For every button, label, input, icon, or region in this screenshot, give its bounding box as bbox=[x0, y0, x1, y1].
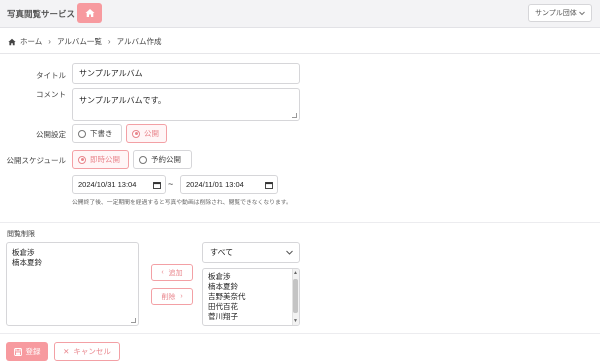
radio-icon bbox=[78, 129, 86, 138]
top-bar: 写真閲覧サービス サンプル団体 bbox=[0, 0, 600, 28]
list-item[interactable]: 板倉渉 bbox=[208, 272, 294, 282]
comment-textarea-value: サンプルアルバムです。 bbox=[79, 96, 166, 105]
breadcrumb-album-list[interactable]: アルバム一覧 bbox=[57, 36, 102, 47]
list-item[interactable]: 楠本夏鈴 bbox=[208, 282, 294, 292]
organization-select-value: サンプル団体 bbox=[535, 10, 577, 17]
calendar-icon[interactable] bbox=[153, 181, 161, 189]
schedule-option-immediate[interactable]: 即時公開 bbox=[72, 150, 129, 169]
cancel-button-label: キャンセル bbox=[73, 347, 111, 356]
schedule-option-reserved[interactable]: 予約公開 bbox=[133, 150, 192, 169]
date-range-separator: ~ bbox=[168, 179, 174, 189]
publish-option-public[interactable]: 公開 bbox=[126, 124, 167, 143]
breadcrumb: ホーム › アルバム一覧 › アルバム作成 bbox=[8, 36, 162, 47]
radio-icon bbox=[139, 155, 147, 164]
breadcrumb-separator: › bbox=[48, 37, 51, 46]
schedule-note: 公開終了後、一定期間を経過すると写真や動画は削除され、閲覧できなくなります。 bbox=[72, 200, 292, 206]
remove-user-button[interactable]: 削除 › bbox=[151, 288, 193, 305]
cancel-button[interactable]: ✕ キャンセル bbox=[54, 342, 120, 361]
comment-label: コメント bbox=[36, 90, 66, 99]
end-datetime-input[interactable]: 2024/11/01 13:04 bbox=[180, 175, 278, 194]
list-item[interactable]: 楠本夏鈴 bbox=[12, 258, 133, 268]
allowed-users-list[interactable]: 板倉渉 楠本夏鈴 bbox=[6, 242, 139, 326]
schedule-option-reserved-label: 予約公開 bbox=[151, 155, 181, 164]
list-item[interactable]: 田代百花 bbox=[208, 302, 294, 312]
radio-selected-icon bbox=[132, 129, 140, 138]
home-button[interactable] bbox=[77, 3, 102, 23]
chevron-right-icon: › bbox=[180, 293, 183, 300]
publish-option-draft[interactable]: 下書き bbox=[72, 124, 122, 143]
calendar-icon[interactable] bbox=[265, 181, 273, 189]
save-icon bbox=[13, 347, 22, 356]
radio-selected-icon bbox=[78, 155, 86, 164]
access-section-label: 閲覧制限 bbox=[7, 231, 35, 238]
scroll-down-icon[interactable]: ▼ bbox=[293, 318, 298, 324]
chevron-down-icon bbox=[286, 250, 293, 255]
resize-handle[interactable] bbox=[292, 113, 297, 118]
end-datetime-value: 2024/11/01 13:04 bbox=[186, 180, 244, 189]
comment-textarea[interactable]: サンプルアルバムです。 bbox=[72, 88, 300, 121]
section-divider bbox=[0, 222, 600, 223]
breadcrumb-current: アルバム作成 bbox=[116, 37, 162, 46]
resize-handle[interactable] bbox=[131, 318, 136, 323]
submit-button-label: 登録 bbox=[25, 347, 41, 356]
schedule-label: 公開スケジュール bbox=[6, 156, 66, 165]
start-datetime-value: 2024/10/31 13:04 bbox=[78, 180, 137, 189]
publish-option-public-label: 公開 bbox=[144, 129, 159, 138]
scrollbar[interactable]: ▲ ▼ bbox=[292, 269, 299, 325]
app-title: 写真閲覧サービス bbox=[7, 9, 76, 19]
list-item[interactable]: 吉野美奈代 bbox=[208, 292, 294, 302]
footer-divider bbox=[0, 333, 600, 334]
list-item[interactable]: 菅川翔子 bbox=[208, 312, 294, 322]
schedule-option-immediate-label: 即時公開 bbox=[90, 155, 120, 164]
home-icon bbox=[85, 9, 94, 17]
title-input[interactable]: サンプルアルバム bbox=[72, 63, 300, 84]
submit-button[interactable]: 登録 bbox=[6, 342, 48, 361]
scroll-up-icon[interactable]: ▲ bbox=[293, 270, 298, 276]
publish-option-draft-label: 下書き bbox=[90, 129, 113, 138]
remove-user-button-label: 削除 bbox=[161, 293, 176, 301]
chevron-down-icon bbox=[579, 11, 585, 16]
home-icon bbox=[8, 38, 16, 45]
close-icon: ✕ bbox=[63, 347, 70, 356]
publish-setting-label: 公開設定 bbox=[36, 130, 66, 139]
title-input-value: サンプルアルバム bbox=[79, 69, 143, 78]
start-datetime-input[interactable]: 2024/10/31 13:04 bbox=[72, 175, 166, 194]
chevron-left-icon: ‹ bbox=[161, 269, 164, 276]
add-user-button-label: 追加 bbox=[168, 269, 183, 277]
title-label: タイトル bbox=[36, 71, 66, 80]
user-filter-value: すべて bbox=[210, 248, 234, 257]
breadcrumb-divider bbox=[0, 53, 600, 54]
list-item[interactable]: 板倉渉 bbox=[12, 248, 133, 258]
breadcrumb-separator: › bbox=[107, 37, 111, 46]
add-user-button[interactable]: ‹ 追加 bbox=[151, 264, 193, 281]
user-filter-select[interactable]: すべて bbox=[202, 242, 300, 263]
scrollbar-thumb[interactable] bbox=[293, 279, 298, 313]
organization-select[interactable]: サンプル団体 bbox=[528, 4, 592, 22]
candidate-users-list[interactable]: 板倉渉 楠本夏鈴 吉野美奈代 田代百花 菅川翔子 ▲ ▼ bbox=[202, 268, 300, 326]
breadcrumb-home[interactable]: ホーム bbox=[20, 36, 42, 47]
